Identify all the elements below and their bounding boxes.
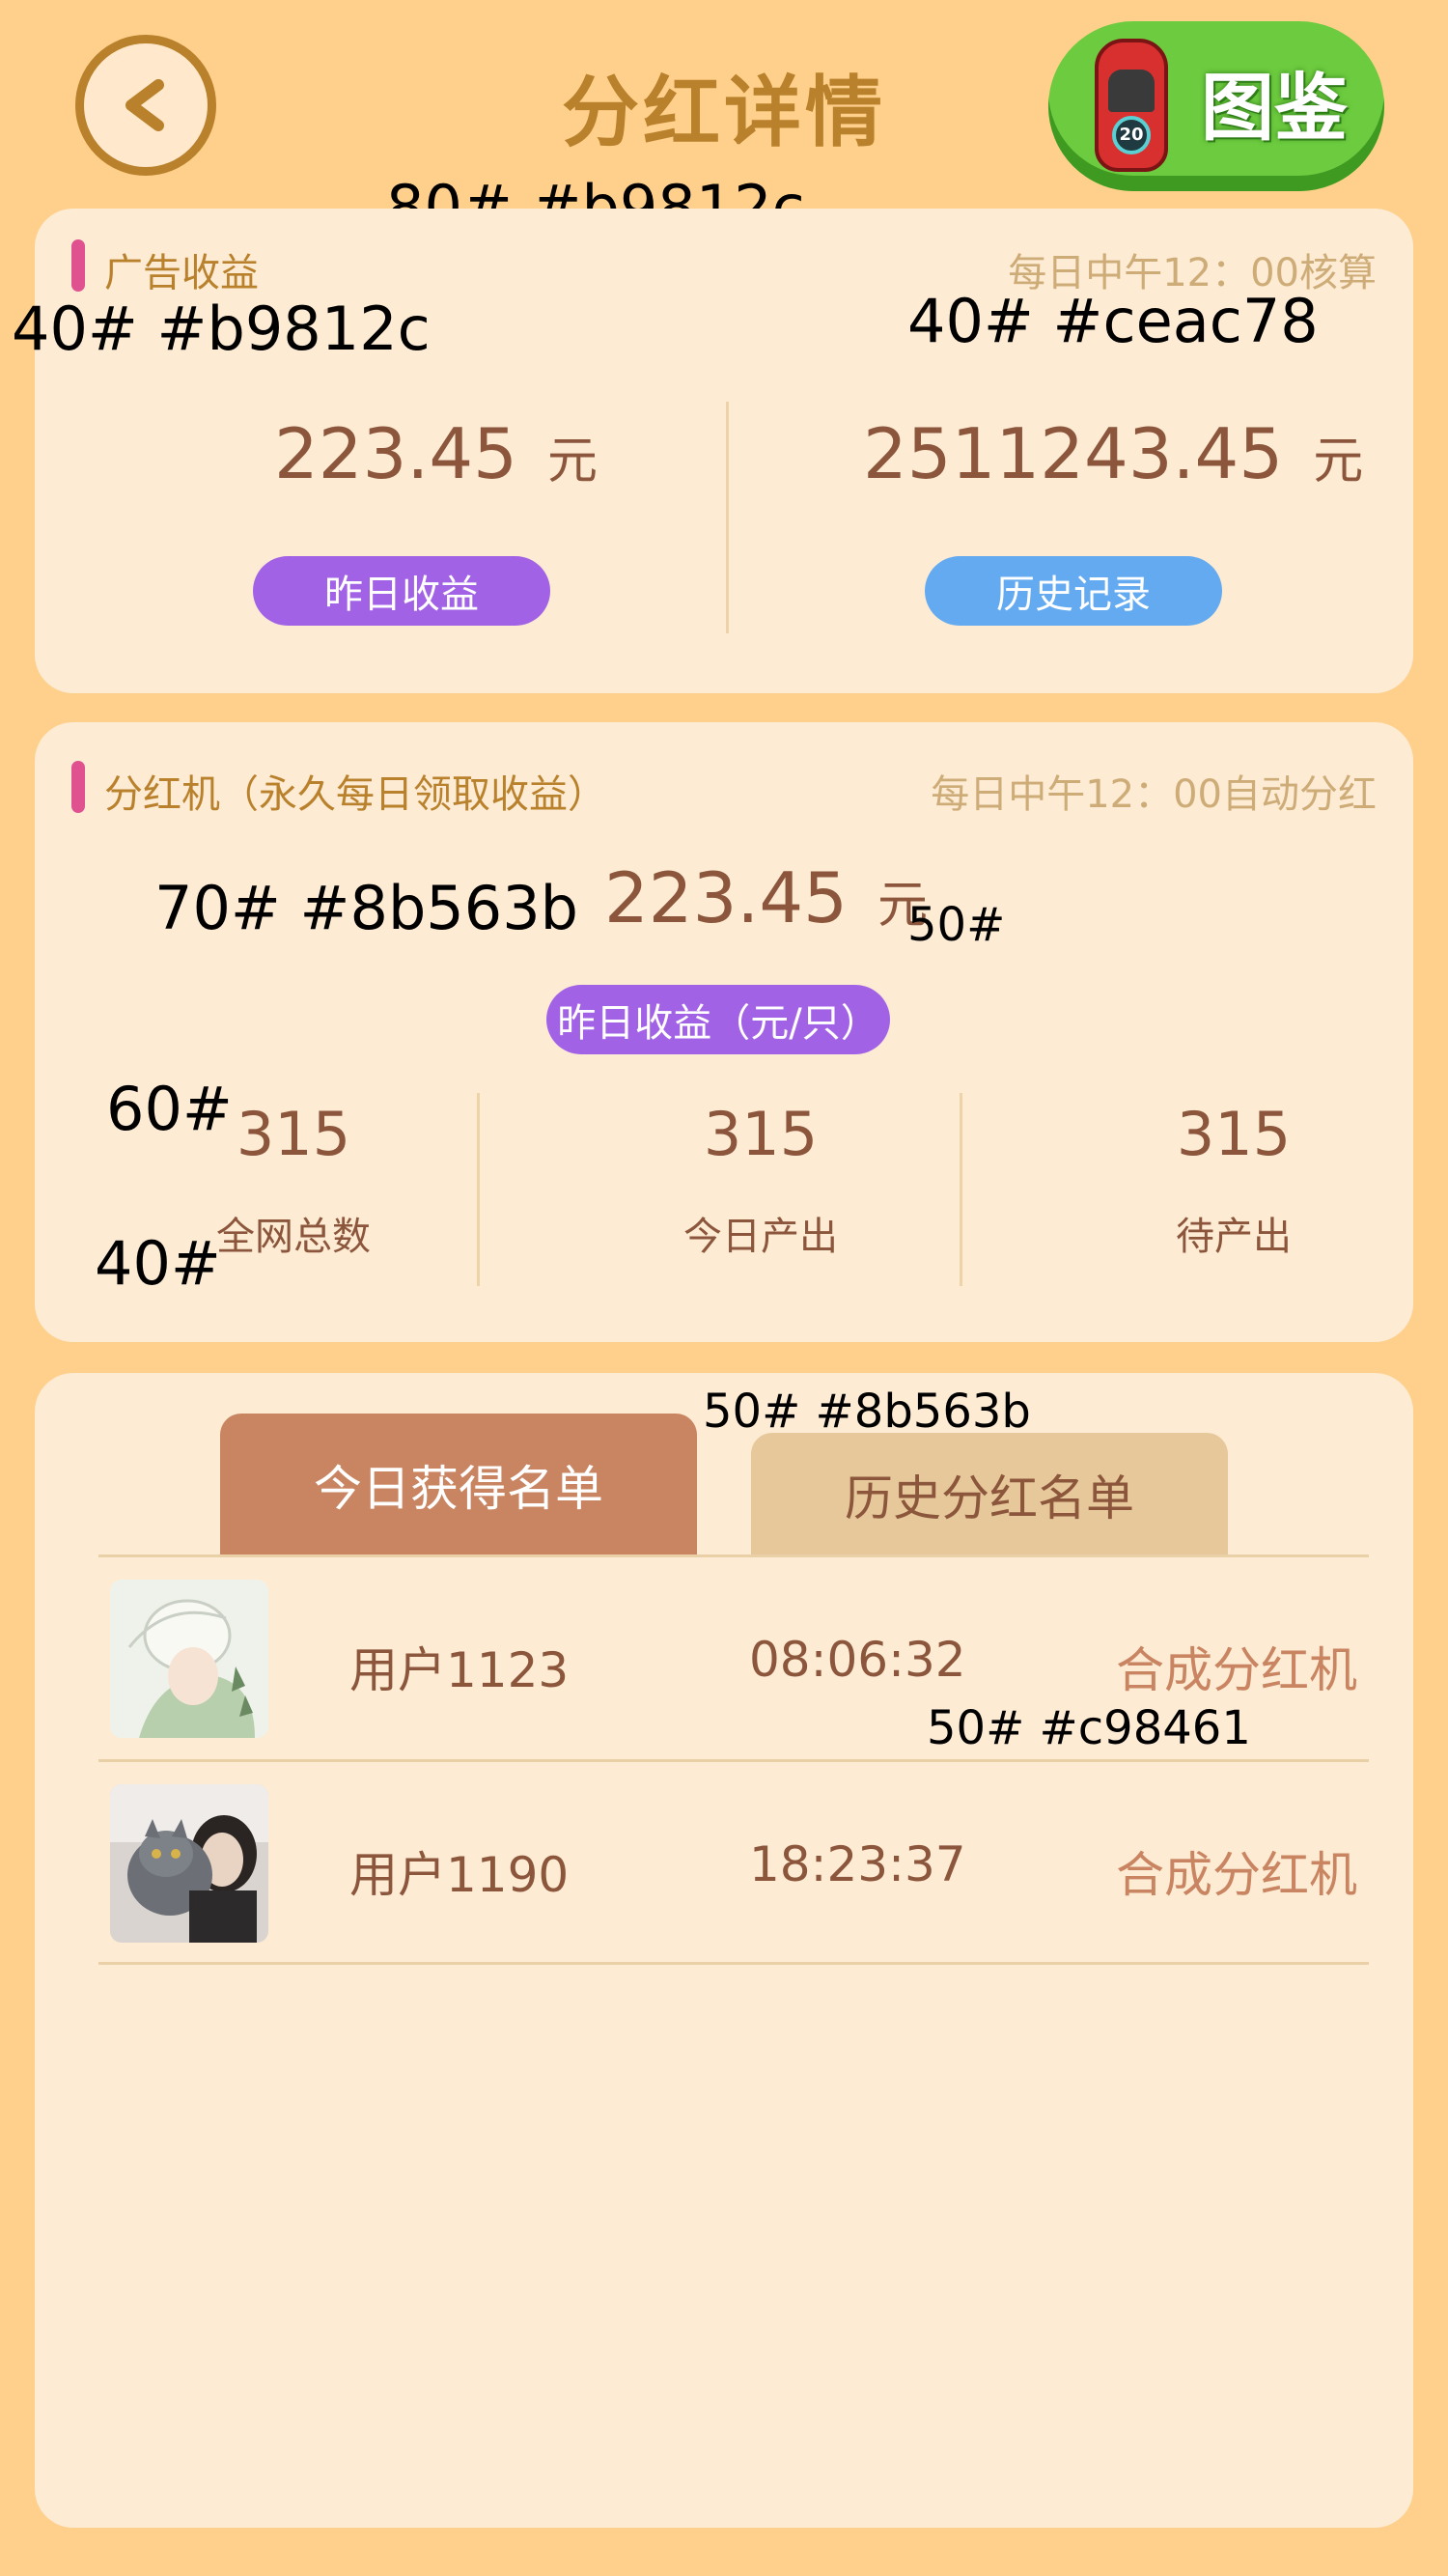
dividend-list-card: 今日获得名单 历史分红名单 用户1123 08:06:32 合成分红机 用户11… (35, 1373, 1413, 2528)
avatar (110, 1580, 268, 1738)
stat-pending-label: 待产出 (1176, 1215, 1292, 1259)
avatar (110, 1784, 268, 1943)
annotation-machine-unit: 50# (907, 898, 1006, 952)
divider (477, 1093, 480, 1286)
annotation-tab: 50# #8b563b (703, 1385, 1031, 1439)
history-income-value: 2511243.45 (863, 413, 1284, 494)
annotation-machine-value: 70# #8b563b (154, 873, 578, 943)
race-car-icon: 20 (1095, 39, 1168, 172)
annotation-ad-label: 40# #b9812c (12, 294, 431, 364)
section-marker (71, 761, 85, 813)
row-user: 用户1123 (349, 1642, 570, 1698)
yesterday-income-value: 223.45 (274, 413, 517, 494)
yesterday-income-button[interactable]: 昨日收益 (253, 556, 550, 626)
yesterday-income-value-group: 223.45 元 (274, 413, 598, 494)
machine-note: 每日中午12：00自动分红 (931, 772, 1377, 817)
section-marker (71, 239, 85, 292)
row-action: 合成分红机 (1116, 1642, 1357, 1698)
annotation-stat-num: 60# (106, 1074, 233, 1144)
annotation-row-action: 50# #c98461 (927, 1701, 1251, 1755)
divider (960, 1093, 962, 1286)
stat-pending-value: 315 (1176, 1099, 1292, 1169)
divider (98, 1554, 1369, 1557)
guide-button[interactable]: 20 图鉴 (1048, 21, 1384, 191)
divider (726, 402, 729, 633)
row-user: 用户1190 (349, 1847, 570, 1903)
tab-today-list[interactable]: 今日获得名单 (220, 1414, 697, 1556)
guide-label: 图鉴 (1201, 65, 1348, 151)
car-number: 20 (1119, 125, 1144, 145)
machine-value-group: 223.45 元 (604, 857, 928, 938)
list-row: 用户1190 18:23:37 合成分红机 (98, 1763, 1369, 1966)
row-time: 18:23:37 (749, 1836, 966, 1892)
history-income-unit: 元 (1313, 433, 1364, 490)
stat-today-value: 315 (703, 1099, 819, 1169)
dividend-machine-card: 分红机（永久每日领取收益） 每日中午12：00自动分红 223.45 元 昨日收… (35, 722, 1413, 1342)
tab-history-list[interactable]: 历史分红名单 (751, 1433, 1228, 1556)
machine-title: 分红机（永久每日领取收益） (104, 772, 606, 817)
ad-income-title: 广告收益 (104, 251, 259, 295)
annotation-stat-label: 40# (95, 1228, 221, 1299)
history-record-button[interactable]: 历史记录 (925, 556, 1222, 626)
annotation-ad-note: 40# #ceac78 (907, 286, 1319, 356)
divider (98, 1759, 1369, 1762)
yesterday-income-unit: 元 (547, 433, 599, 490)
divider (98, 1962, 1369, 1965)
machine-value: 223.45 (604, 857, 848, 938)
machine-yesterday-badge: 昨日收益（元/只） (546, 985, 890, 1054)
ad-income-card: 广告收益 每日中午12：00核算 223.45 元 昨日收益 2511243.4… (35, 209, 1413, 693)
row-action: 合成分红机 (1116, 1847, 1357, 1903)
stat-today-label: 今日产出 (683, 1215, 838, 1259)
history-income-value-group: 2511243.45 元 (863, 413, 1363, 494)
row-time: 08:06:32 (749, 1632, 966, 1688)
